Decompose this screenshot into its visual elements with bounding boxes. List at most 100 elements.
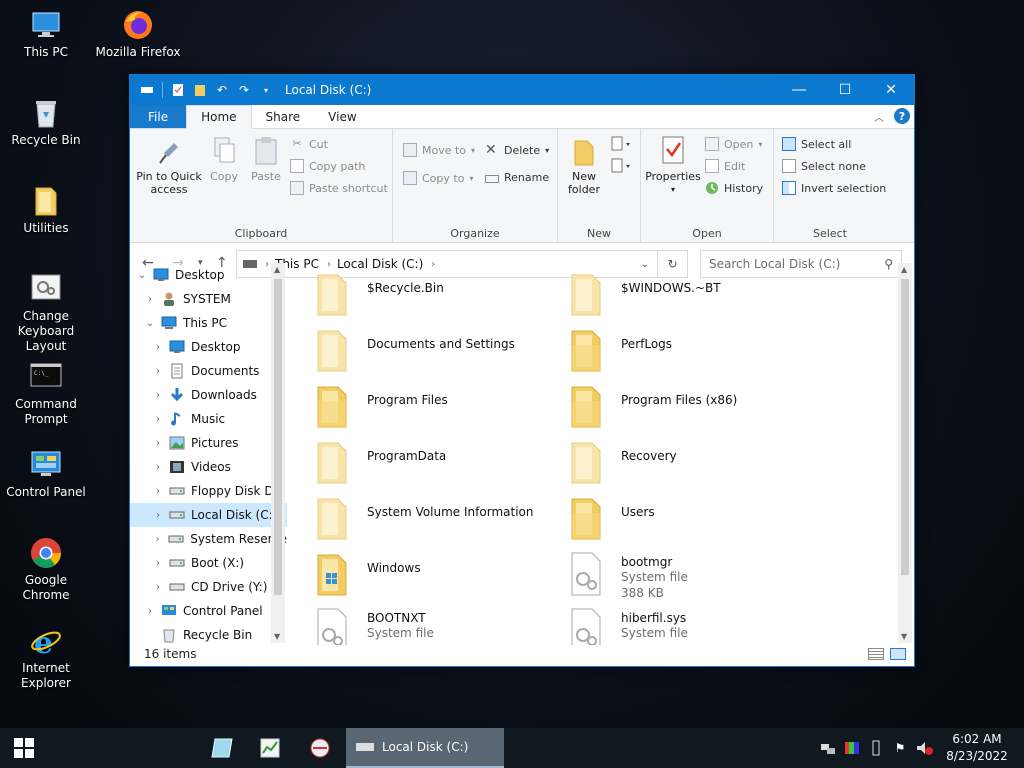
scroll-down-arrow-icon[interactable]: ▼ bbox=[901, 632, 907, 641]
folder-item[interactable]: PerfLogs bbox=[566, 327, 816, 379]
new-folder-button[interactable]: New folder bbox=[562, 135, 606, 196]
file-item[interactable]: bootmgr System file 388 KB bbox=[566, 551, 816, 603]
clock[interactable]: 6:02 AM 8/23/2022 bbox=[936, 731, 1018, 765]
new-item-icon[interactable] bbox=[610, 135, 634, 153]
folder-item[interactable]: Documents and Settings bbox=[312, 327, 562, 379]
tree-item-system-reserve[interactable]: › System Reserve bbox=[130, 527, 287, 551]
navigation-pane-scroll-thumb[interactable] bbox=[274, 279, 282, 595]
select-all-button[interactable]: Select all bbox=[782, 137, 851, 151]
show-desktop-button[interactable] bbox=[1018, 728, 1024, 768]
tab-view[interactable]: View bbox=[314, 105, 370, 128]
expand-chevron-icon[interactable]: › bbox=[152, 534, 163, 545]
taskbar-explorer-local-disk[interactable]: Local Disk (C:) bbox=[346, 728, 504, 768]
start-button[interactable] bbox=[0, 728, 48, 768]
folder-item[interactable]: Windows bbox=[312, 551, 562, 603]
tree-item-boot-x[interactable]: › Boot (X:) bbox=[130, 551, 287, 575]
desktop-icon-recycle-bin[interactable]: Recycle Bin bbox=[0, 96, 92, 148]
desktop-icon-change-keyboard-layout[interactable]: Change Keyboard Layout bbox=[0, 272, 92, 354]
folder-item[interactable]: Recovery bbox=[566, 439, 816, 491]
close-button[interactable]: ✕ bbox=[868, 75, 914, 105]
folder-item[interactable]: $WINDOWS.~BT bbox=[566, 271, 816, 323]
large-icons-view-icon[interactable] bbox=[890, 648, 906, 660]
flag-icon[interactable]: ⚑ bbox=[888, 728, 912, 768]
minimize-button[interactable]: ― bbox=[776, 75, 822, 105]
usb-drive-icon[interactable] bbox=[864, 728, 888, 768]
paste-shortcut-button[interactable]: Paste shortcut bbox=[290, 181, 388, 195]
folder-item[interactable]: System Volume Information bbox=[312, 495, 562, 547]
desktop-icon-firefox[interactable]: Mozilla Firefox bbox=[92, 8, 184, 60]
tree-item-desktop[interactable]: ⌄ Desktop bbox=[130, 263, 287, 287]
desktop-icon-internet-explorer[interactable]: e Internet Explorer bbox=[0, 624, 92, 691]
expand-chevron-icon[interactable]: › bbox=[152, 342, 164, 353]
details-view-icon[interactable] bbox=[868, 648, 884, 660]
cut-button[interactable]: ✂ Cut bbox=[290, 137, 328, 151]
open-button[interactable]: Open ▾ bbox=[705, 137, 762, 151]
pin-to-quick-access-button[interactable]: Pin to Quick access bbox=[136, 135, 202, 196]
properties-qat-icon[interactable] bbox=[169, 81, 187, 99]
color-display-icon[interactable] bbox=[840, 728, 864, 768]
history-button[interactable]: History bbox=[705, 181, 763, 195]
desktop-icon-this-pc[interactable]: This PC bbox=[0, 8, 92, 60]
file-item[interactable]: BOOTNXT System file bbox=[312, 607, 562, 645]
desktop-icon-control-panel[interactable]: Control Panel bbox=[0, 448, 92, 500]
expand-chevron-icon[interactable]: › bbox=[152, 486, 164, 497]
tab-home[interactable]: Home bbox=[186, 105, 252, 129]
properties-button[interactable]: Properties ▾ bbox=[645, 135, 701, 196]
customize-qat-icon[interactable]: ▾ bbox=[257, 81, 275, 99]
collapse-chevron-icon[interactable]: ⌄ bbox=[136, 270, 148, 281]
expand-chevron-icon[interactable]: › bbox=[144, 294, 156, 305]
file-list-scrollbar[interactable]: ▲ ▼ bbox=[898, 263, 912, 643]
copy-path-button[interactable]: Copy path bbox=[290, 159, 365, 173]
file-list-scroll-thumb[interactable] bbox=[901, 279, 909, 575]
tree-item-desktop[interactable]: › Desktop bbox=[130, 335, 287, 359]
folder-item[interactable]: ProgramData bbox=[312, 439, 562, 491]
tree-item-system[interactable]: › SYSTEM bbox=[130, 287, 287, 311]
taskbar-app-2[interactable] bbox=[246, 728, 294, 768]
tree-item-control-panel[interactable]: › Control Panel bbox=[130, 599, 287, 623]
tree-item-documents[interactable]: › Documents bbox=[130, 359, 287, 383]
expand-chevron-icon[interactable]: › bbox=[152, 510, 164, 521]
collapse-ribbon-icon[interactable]: ︿ bbox=[874, 109, 884, 124]
volume-muted-icon[interactable] bbox=[912, 728, 936, 768]
tree-item-floppy-disk-dri[interactable]: › Floppy Disk Dri bbox=[130, 479, 287, 503]
taskbar-app-1[interactable] bbox=[198, 728, 246, 768]
expand-chevron-icon[interactable]: › bbox=[152, 390, 164, 401]
expand-chevron-icon[interactable]: › bbox=[152, 462, 164, 473]
new-folder-qat-icon[interactable] bbox=[191, 81, 209, 99]
scroll-up-arrow-icon[interactable]: ▲ bbox=[901, 265, 907, 274]
redo-icon[interactable]: ↷ bbox=[235, 81, 253, 99]
desktop-icon-chrome[interactable]: Google Chrome bbox=[0, 536, 92, 603]
tree-item-local-disk-c[interactable]: › Local Disk (C:) bbox=[130, 503, 287, 527]
easy-access-icon[interactable] bbox=[610, 157, 634, 175]
paste-button[interactable]: Paste bbox=[246, 135, 286, 183]
tab-file[interactable]: File bbox=[130, 105, 187, 128]
tree-item-downloads[interactable]: › Downloads bbox=[130, 383, 287, 407]
folder-item[interactable]: Program Files (x86) bbox=[566, 383, 816, 435]
copy-button[interactable]: Copy bbox=[204, 135, 244, 183]
tree-item-this-pc[interactable]: ⌄ This PC bbox=[130, 311, 287, 335]
tab-share[interactable]: Share bbox=[252, 105, 315, 128]
expand-chevron-icon[interactable]: › bbox=[152, 558, 164, 569]
expand-chevron-icon[interactable]: › bbox=[152, 582, 164, 593]
folder-item[interactable]: Users bbox=[566, 495, 816, 547]
file-item[interactable]: hiberfil.sys System file bbox=[566, 607, 816, 645]
desktop-icon-utilities[interactable]: Utilities bbox=[0, 184, 92, 236]
tree-item-pictures[interactable]: › Pictures bbox=[130, 431, 287, 455]
tree-item-videos[interactable]: › Videos bbox=[130, 455, 287, 479]
taskbar-app-3[interactable] bbox=[296, 728, 344, 768]
network-icon[interactable] bbox=[816, 728, 840, 768]
move-to-button[interactable]: Move to ▾ bbox=[403, 143, 475, 157]
select-none-button[interactable]: Select none bbox=[782, 159, 866, 173]
copy-to-button[interactable]: Copy to ▾ bbox=[403, 171, 473, 185]
invert-selection-button[interactable]: Invert selection bbox=[782, 181, 886, 195]
scroll-up-arrow-icon[interactable]: ▲ bbox=[274, 265, 280, 274]
expand-chevron-icon[interactable]: › bbox=[152, 414, 164, 425]
folder-item[interactable]: Program Files bbox=[312, 383, 562, 435]
delete-button[interactable]: ✕ Delete ▾ bbox=[485, 143, 549, 157]
expand-chevron-icon[interactable]: › bbox=[144, 606, 156, 617]
expand-chevron-icon[interactable]: › bbox=[152, 438, 164, 449]
help-icon[interactable]: ? bbox=[894, 108, 910, 124]
tree-item-music[interactable]: › Music bbox=[130, 407, 287, 431]
scroll-down-arrow-icon[interactable]: ▼ bbox=[274, 632, 280, 641]
rename-button[interactable]: Rename bbox=[485, 171, 549, 184]
